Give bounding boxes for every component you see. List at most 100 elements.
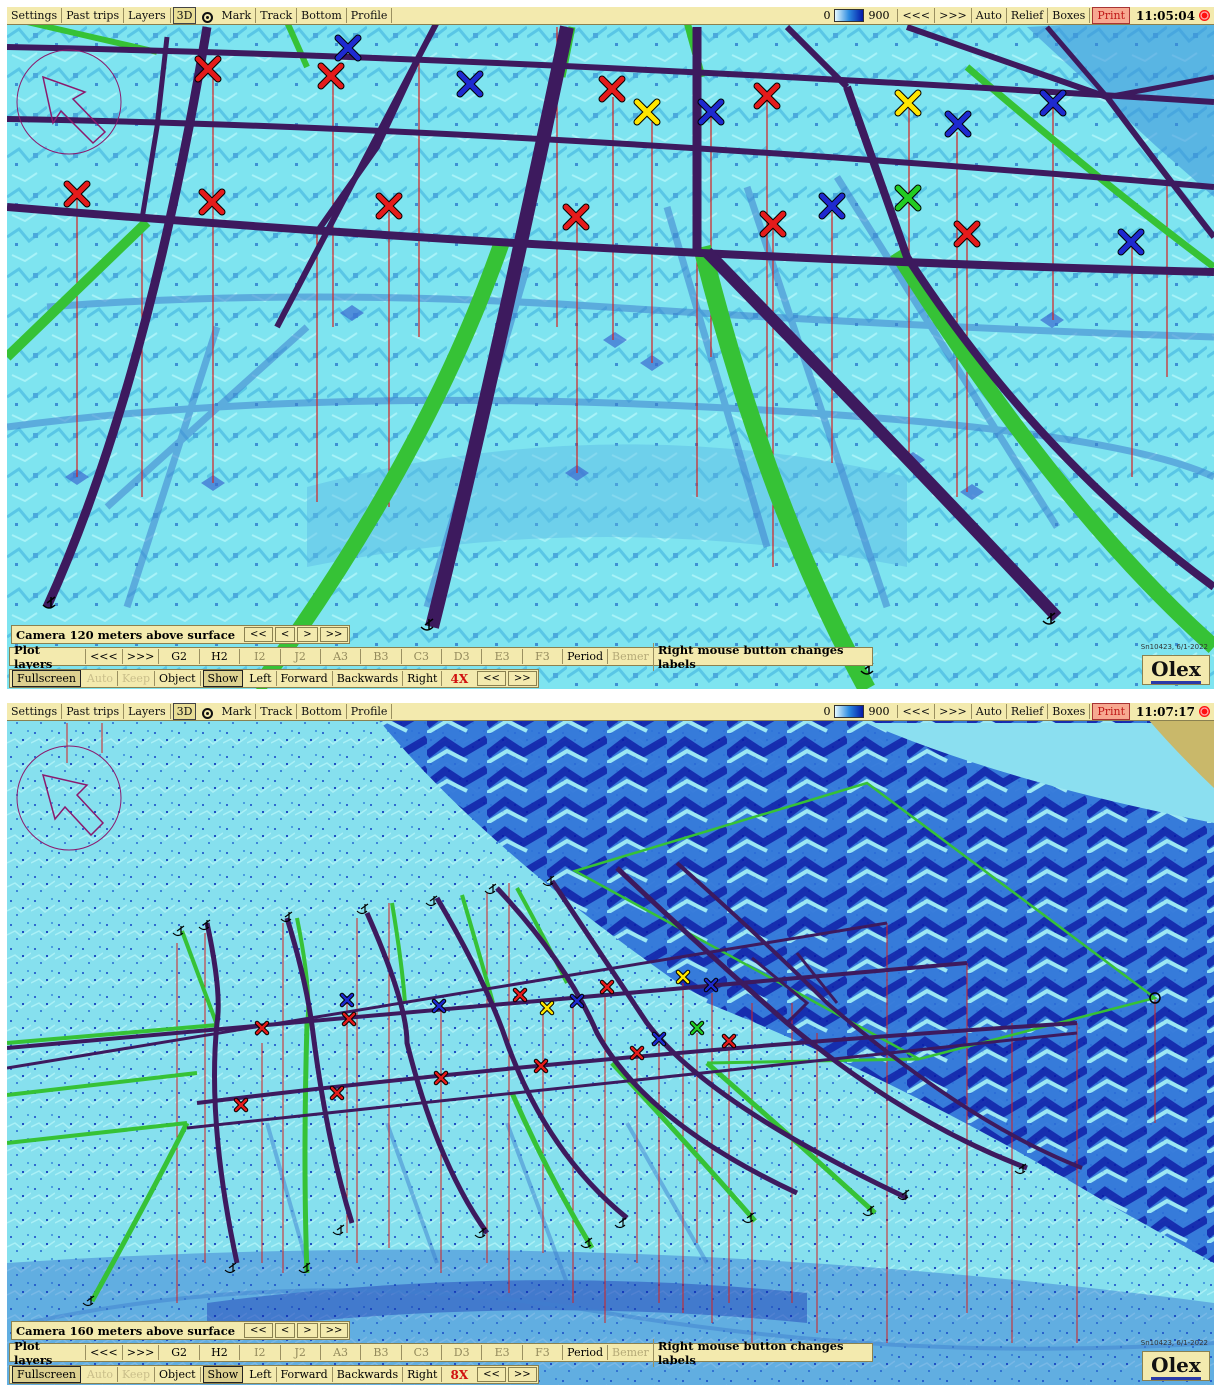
- forward-button[interactable]: Forward: [277, 1367, 333, 1382]
- relief-button[interactable]: Relief: [1007, 8, 1049, 23]
- auto-button[interactable]: Auto: [972, 704, 1007, 719]
- object-button[interactable]: Object: [155, 1367, 201, 1382]
- print-button[interactable]: Print: [1092, 7, 1131, 24]
- track-button[interactable]: Track: [256, 704, 298, 719]
- period-button[interactable]: Period: [562, 649, 607, 664]
- layers-button[interactable]: Layers: [124, 704, 171, 719]
- layer-j2-button[interactable]: J2: [279, 1345, 320, 1360]
- layer-e3-button[interactable]: E3: [481, 1345, 521, 1360]
- camera-fast-back-button[interactable]: <<: [244, 627, 273, 642]
- profile-button[interactable]: Profile: [347, 704, 393, 719]
- profile-button[interactable]: Profile: [347, 8, 393, 23]
- layer-g2-button[interactable]: G2: [158, 649, 198, 664]
- sun-icon[interactable]: [202, 708, 214, 719]
- zoom-in-button[interactable]: >>: [507, 1367, 537, 1382]
- backwards-button[interactable]: Backwards: [333, 1367, 404, 1382]
- right-button[interactable]: Right: [403, 1367, 443, 1382]
- left-button[interactable]: Left: [245, 1367, 277, 1382]
- record-icon[interactable]: [1199, 10, 1210, 21]
- past-trips-button[interactable]: Past trips: [62, 704, 125, 719]
- layer-c3-button[interactable]: C3: [400, 649, 441, 664]
- settings-button[interactable]: Settings: [7, 8, 63, 23]
- depth-color-scale[interactable]: [834, 705, 865, 718]
- plot-layers-title: Plot layers: [14, 642, 53, 671]
- camera-fast-forward-button[interactable]: >>: [319, 627, 349, 642]
- layer-h2-button[interactable]: H2: [198, 649, 239, 664]
- settings-button[interactable]: Settings: [7, 704, 63, 719]
- sun-icon[interactable]: [202, 12, 214, 23]
- layer-j2-button[interactable]: J2: [279, 649, 320, 664]
- boxes-button[interactable]: Boxes: [1048, 8, 1091, 23]
- map-view-top[interactable]: Settings Past trips Layers 3D Mark Track…: [7, 7, 1214, 689]
- 3d-toggle-button[interactable]: 3D: [172, 7, 197, 24]
- left-button[interactable]: Left: [245, 671, 277, 686]
- auto-follow-button[interactable]: Auto: [83, 671, 118, 686]
- layer-f3-button[interactable]: F3: [521, 649, 562, 664]
- plot-layers-next-button[interactable]: >>>: [121, 649, 159, 664]
- show-button[interactable]: Show: [202, 1366, 244, 1383]
- map-view-bottom[interactable]: Settings Past trips Layers 3D Mark Track…: [7, 703, 1214, 1385]
- mark-button[interactable]: Mark: [217, 704, 257, 719]
- layer-g2-button[interactable]: G2: [158, 1345, 198, 1360]
- mark-button[interactable]: Mark: [217, 8, 257, 23]
- layer-a3-button[interactable]: A3: [319, 1345, 360, 1360]
- track-button[interactable]: Track: [256, 8, 298, 23]
- layer-d3-button[interactable]: D3: [441, 1345, 481, 1360]
- record-icon[interactable]: [1199, 706, 1210, 717]
- scroll-back-button[interactable]: <<<: [898, 704, 936, 719]
- serial-stamp: Sn10423, 6/1-2022: [1140, 643, 1208, 651]
- past-trips-button[interactable]: Past trips: [62, 8, 125, 23]
- layer-b3-button[interactable]: B3: [360, 649, 400, 664]
- layers-button[interactable]: Layers: [124, 8, 171, 23]
- scroll-forward-button[interactable]: >>>: [935, 704, 972, 719]
- seabed-3d-scene[interactable]: [7, 7, 1214, 689]
- scroll-forward-button[interactable]: >>>: [935, 8, 972, 23]
- layer-f3-button[interactable]: F3: [521, 1345, 562, 1360]
- serial-stamp: Sn10423, 6/1-2022: [1140, 1339, 1208, 1347]
- keep-button[interactable]: Keep: [118, 671, 155, 686]
- bemer-button[interactable]: Bemer: [607, 1345, 653, 1360]
- plot-layers-prev-button[interactable]: <<<: [85, 1345, 122, 1360]
- depth-color-scale[interactable]: [834, 9, 865, 22]
- bottom-button[interactable]: Bottom: [297, 8, 347, 23]
- camera-fast-back-button[interactable]: <<: [244, 1323, 273, 1338]
- bemer-button[interactable]: Bemer: [607, 649, 653, 664]
- period-button[interactable]: Period: [562, 1345, 607, 1360]
- zoom-out-button[interactable]: <<: [477, 1367, 506, 1382]
- forward-button[interactable]: Forward: [277, 671, 333, 686]
- auto-button[interactable]: Auto: [972, 8, 1007, 23]
- plot-layers-next-button[interactable]: >>>: [121, 1345, 159, 1360]
- auto-follow-button[interactable]: Auto: [83, 1367, 118, 1382]
- show-button[interactable]: Show: [202, 670, 244, 687]
- bottom-button[interactable]: Bottom: [297, 704, 347, 719]
- backwards-button[interactable]: Backwards: [333, 671, 404, 686]
- print-button[interactable]: Print: [1092, 703, 1131, 720]
- camera-back-button[interactable]: <: [274, 1323, 296, 1338]
- zoom-in-button[interactable]: >>: [507, 671, 537, 686]
- right-button[interactable]: Right: [403, 671, 443, 686]
- camera-fast-forward-button[interactable]: >>: [319, 1323, 349, 1338]
- fullscreen-button[interactable]: Fullscreen: [12, 1366, 81, 1383]
- plot-layers-prev-button[interactable]: <<<: [85, 649, 122, 664]
- camera-forward-button[interactable]: >: [297, 627, 318, 642]
- layer-i2-button[interactable]: I2: [239, 649, 279, 664]
- boxes-button[interactable]: Boxes: [1048, 704, 1091, 719]
- zoom-level: 4X: [450, 671, 469, 686]
- zoom-out-button[interactable]: <<: [477, 671, 506, 686]
- 3d-toggle-button[interactable]: 3D: [172, 703, 197, 720]
- layer-i2-button[interactable]: I2: [239, 1345, 279, 1360]
- fullscreen-button[interactable]: Fullscreen: [12, 670, 81, 687]
- object-button[interactable]: Object: [155, 671, 201, 686]
- layer-h2-button[interactable]: H2: [198, 1345, 239, 1360]
- layer-d3-button[interactable]: D3: [441, 649, 481, 664]
- camera-forward-button[interactable]: >: [297, 1323, 318, 1338]
- layer-a3-button[interactable]: A3: [319, 649, 360, 664]
- keep-button[interactable]: Keep: [118, 1367, 155, 1382]
- scroll-back-button[interactable]: <<<: [898, 8, 936, 23]
- relief-button[interactable]: Relief: [1007, 704, 1049, 719]
- camera-back-button[interactable]: <: [274, 627, 296, 642]
- seabed-3d-scene-wide[interactable]: [7, 703, 1214, 1385]
- layer-e3-button[interactable]: E3: [481, 649, 521, 664]
- layer-b3-button[interactable]: B3: [360, 1345, 400, 1360]
- layer-c3-button[interactable]: C3: [400, 1345, 441, 1360]
